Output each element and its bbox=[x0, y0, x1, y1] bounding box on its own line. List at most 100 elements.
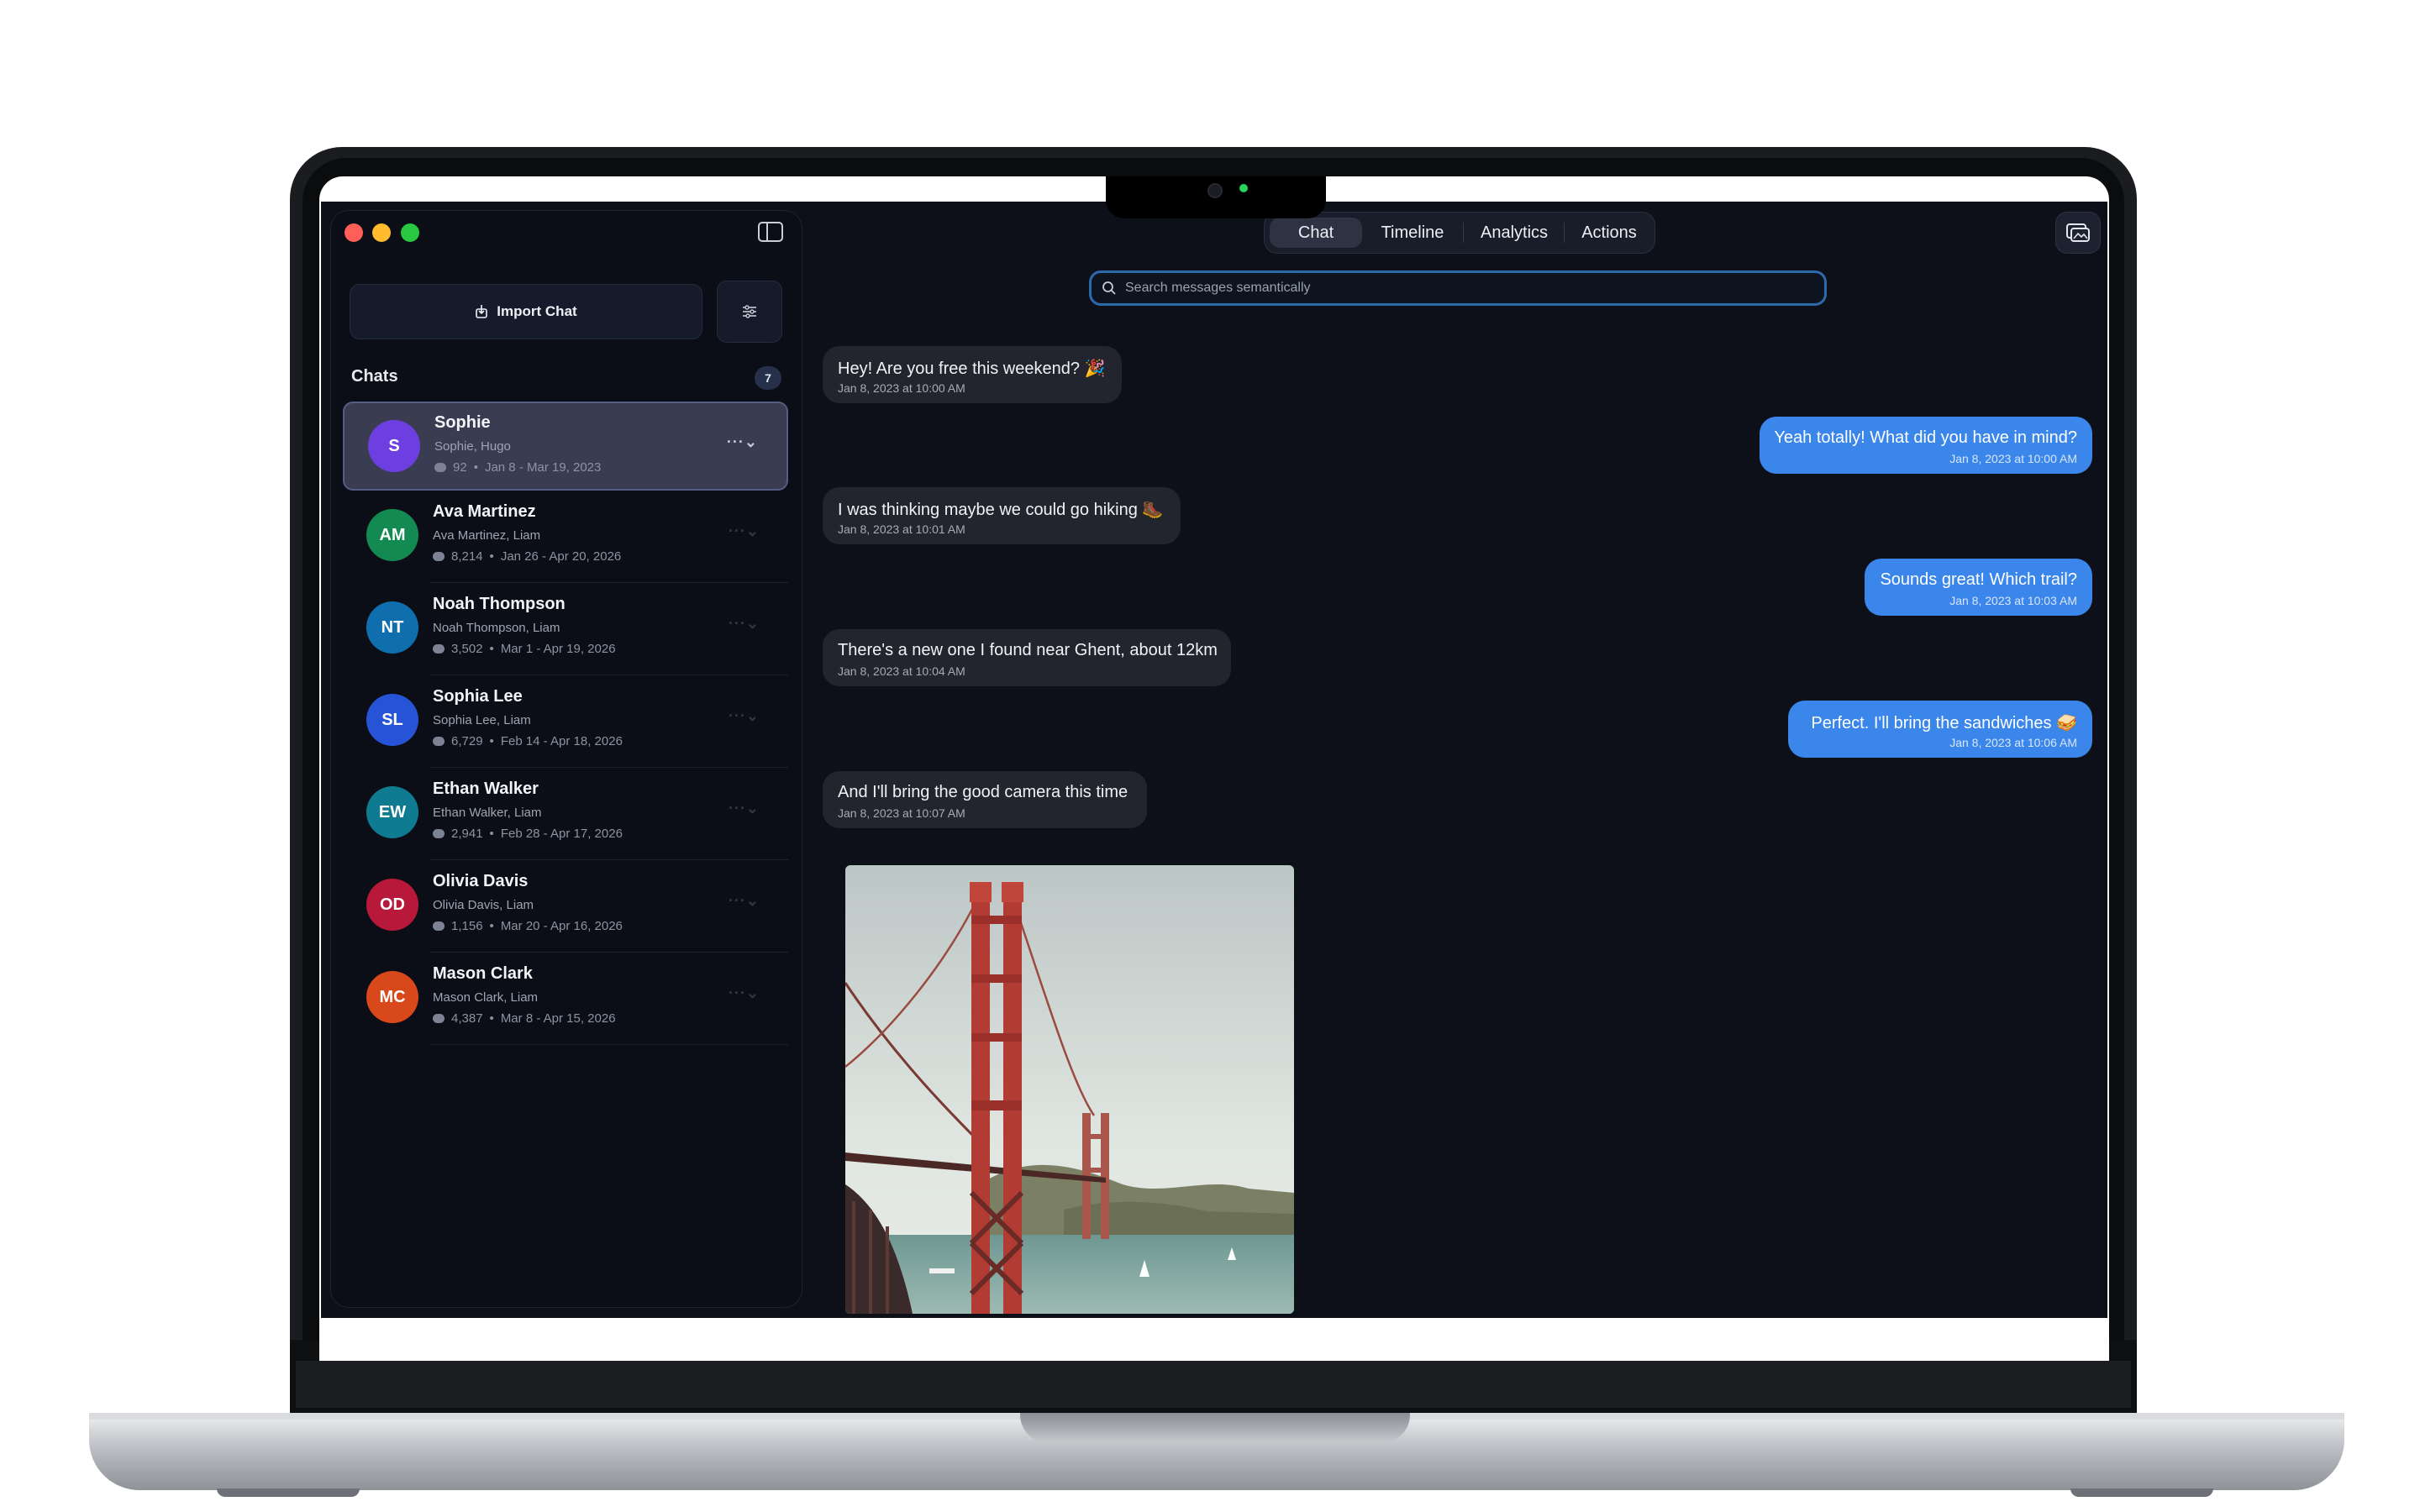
message-count: 3,502 bbox=[451, 642, 483, 656]
import-chat-label: Import Chat bbox=[497, 303, 577, 319]
tab-timeline[interactable]: Timeline bbox=[1365, 218, 1460, 248]
tab-analytics[interactable]: Analytics bbox=[1466, 218, 1562, 248]
tab-divider bbox=[1463, 223, 1464, 243]
message-bubble-incoming[interactable]: Hey! Are you free this weekend? 🎉 Jan 8,… bbox=[823, 346, 1122, 403]
chat-options-button[interactable]: ···⌄ bbox=[729, 984, 760, 1002]
message-text: There's a new one I found near Ghent, ab… bbox=[838, 641, 1218, 659]
minimize-window-button[interactable] bbox=[372, 223, 391, 242]
message-icon bbox=[433, 921, 445, 931]
chat-meta: 2,941 • Feb 28 - Apr 17, 2026 bbox=[433, 827, 623, 841]
message-text: Hey! Are you free this weekend? 🎉 bbox=[838, 360, 1106, 378]
search-input[interactable] bbox=[1123, 280, 1799, 297]
media-gallery-button[interactable] bbox=[2055, 212, 2101, 254]
chat-members: Mason Clark, Liam bbox=[433, 990, 539, 1005]
chat-meta: 8,214 • Jan 26 - Apr 20, 2026 bbox=[433, 549, 621, 564]
import-chat-button[interactable]: Import Chat bbox=[350, 284, 702, 339]
avatar: NT bbox=[366, 601, 418, 654]
chat-meta: 3,502 • Mar 1 - Apr 19, 2026 bbox=[433, 642, 616, 656]
chat-options-button[interactable]: ···⌄ bbox=[729, 800, 760, 817]
avatar: SL bbox=[366, 694, 418, 746]
laptop-hinge bbox=[296, 1361, 2131, 1408]
row-divider bbox=[430, 952, 788, 953]
laptop-foot-right bbox=[2070, 1488, 2213, 1497]
message-bubble-incoming[interactable]: There's a new one I found near Ghent, ab… bbox=[823, 629, 1231, 686]
chat-meta: 1,156 • Mar 20 - Apr 16, 2026 bbox=[433, 919, 623, 933]
chats-count-badge: 7 bbox=[755, 366, 781, 390]
search-bar[interactable] bbox=[1089, 270, 1827, 306]
screen-bottom-strip bbox=[319, 1340, 2109, 1361]
date-range: Jan 26 - Apr 20, 2026 bbox=[500, 549, 622, 564]
photo-gallery-icon bbox=[2066, 223, 2090, 242]
meta-dot: • bbox=[489, 827, 494, 841]
message-text: Sounds great! Which trail? bbox=[1880, 570, 2077, 589]
chat-list-item[interactable]: S Sophie Sophie, Hugo 92 • Jan 8 - Mar 19,… bbox=[343, 402, 788, 491]
chat-options-button[interactable]: ···⌄ bbox=[727, 433, 758, 451]
chats-section-title: Chats bbox=[351, 367, 398, 386]
chat-members: Ava Martinez, Liam bbox=[433, 528, 541, 543]
sidebar-toggle-icon[interactable] bbox=[758, 222, 783, 242]
filter-button[interactable] bbox=[717, 281, 782, 343]
chat-list-item[interactable]: AM Ava Martinez Ava Martinez, Liam 8,214… bbox=[343, 492, 788, 583]
message-count: 6,729 bbox=[451, 734, 483, 748]
image-attachment[interactable] bbox=[845, 865, 1294, 1314]
message-timestamp: Jan 8, 2023 at 10:04 AM bbox=[838, 664, 965, 678]
avatar: MC bbox=[366, 971, 418, 1023]
chat-options-button[interactable]: ···⌄ bbox=[729, 615, 760, 633]
message-icon bbox=[433, 829, 445, 838]
chat-list-item[interactable]: MC Mason Clark Mason Clark, Liam 4,387 • M… bbox=[343, 954, 788, 1045]
message-timestamp: Jan 8, 2023 at 10:00 AM bbox=[838, 381, 965, 395]
row-divider bbox=[430, 859, 788, 860]
chat-name: Olivia Davis bbox=[433, 872, 529, 890]
laptop-foot-left bbox=[217, 1488, 360, 1497]
camera-indicator-light bbox=[1239, 184, 1248, 192]
tab-actions[interactable]: Actions bbox=[1565, 218, 1653, 248]
chat-meta: 6,729 • Feb 14 - Apr 18, 2026 bbox=[433, 734, 623, 748]
filter-icon bbox=[743, 305, 756, 318]
meta-dot: • bbox=[473, 460, 478, 475]
message-bubble-outgoing[interactable]: Yeah totally! What did you have in mind?… bbox=[1760, 417, 2092, 474]
message-bubble-incoming[interactable]: And I'll bring the good camera this time… bbox=[823, 771, 1147, 828]
message-text: I was thinking maybe we could go hiking … bbox=[838, 501, 1164, 519]
message-text: Yeah totally! What did you have in mind? bbox=[1774, 428, 2077, 447]
zoom-window-button[interactable] bbox=[401, 223, 419, 242]
message-timestamp: Jan 8, 2023 at 10:00 AM bbox=[1949, 452, 2077, 465]
tab-chat[interactable]: Chat bbox=[1270, 218, 1362, 248]
chat-list-item[interactable]: OD Olivia Davis Olivia Davis, Liam 1,156… bbox=[343, 862, 788, 953]
avatar: EW bbox=[366, 786, 418, 838]
chat-list-item[interactable]: SL Sophia Lee Sophia Lee, Liam 6,729 • Feb… bbox=[343, 677, 788, 768]
close-window-button[interactable] bbox=[345, 223, 363, 242]
date-range: Feb 28 - Apr 17, 2026 bbox=[500, 827, 623, 841]
message-timestamp: Jan 8, 2023 at 10:06 AM bbox=[1949, 736, 2077, 749]
message-bubble-incoming[interactable]: I was thinking maybe we could go hiking … bbox=[823, 487, 1181, 544]
chat-options-button[interactable]: ···⌄ bbox=[729, 522, 760, 540]
message-count: 4,387 bbox=[451, 1011, 483, 1026]
message-bubble-outgoing[interactable]: Sounds great! Which trail? Jan 8, 2023 a… bbox=[1865, 559, 2092, 616]
message-icon bbox=[433, 552, 445, 561]
date-range: Mar 8 - Apr 15, 2026 bbox=[500, 1011, 616, 1026]
chat-list-item[interactable]: EW Ethan Walker Ethan Walker, Liam 2,941… bbox=[343, 769, 788, 860]
avatar: S bbox=[368, 420, 420, 472]
camera-lens bbox=[1207, 183, 1223, 198]
message-timestamp: Jan 8, 2023 at 10:03 AM bbox=[1949, 594, 2077, 607]
chat-members: Noah Thompson, Liam bbox=[433, 621, 560, 635]
chat-meta: 4,387 • Mar 8 - Apr 15, 2026 bbox=[433, 1011, 616, 1026]
date-range: Jan 8 - Mar 19, 2023 bbox=[484, 460, 602, 475]
message-text: Perfect. I'll bring the sandwiches 🥪 bbox=[1811, 714, 2077, 732]
meta-dot: • bbox=[489, 734, 494, 748]
chat-options-button[interactable]: ···⌄ bbox=[729, 707, 760, 725]
chat-name: Ethan Walker bbox=[433, 780, 539, 798]
message-bubble-outgoing[interactable]: Perfect. I'll bring the sandwiches 🥪 Jan… bbox=[1788, 701, 2092, 758]
date-range: Feb 14 - Apr 18, 2026 bbox=[500, 734, 623, 748]
laptop-thumb-notch bbox=[1020, 1413, 1410, 1443]
chat-name: Ava Martinez bbox=[433, 502, 536, 521]
date-range: Mar 1 - Apr 19, 2026 bbox=[500, 642, 616, 656]
meta-dot: • bbox=[489, 919, 494, 933]
chat-options-button[interactable]: ···⌄ bbox=[729, 892, 760, 910]
tab-divider bbox=[1564, 223, 1565, 243]
chat-list-item[interactable]: NT Noah Thompson Noah Thompson, Liam 3,5… bbox=[343, 585, 788, 675]
chat-name: Sophie bbox=[434, 413, 491, 432]
message-timestamp: Jan 8, 2023 at 10:01 AM bbox=[838, 522, 965, 536]
meta-dot: • bbox=[489, 642, 494, 656]
chat-name: Mason Clark bbox=[433, 964, 533, 983]
chat-name: Sophia Lee bbox=[433, 687, 523, 706]
